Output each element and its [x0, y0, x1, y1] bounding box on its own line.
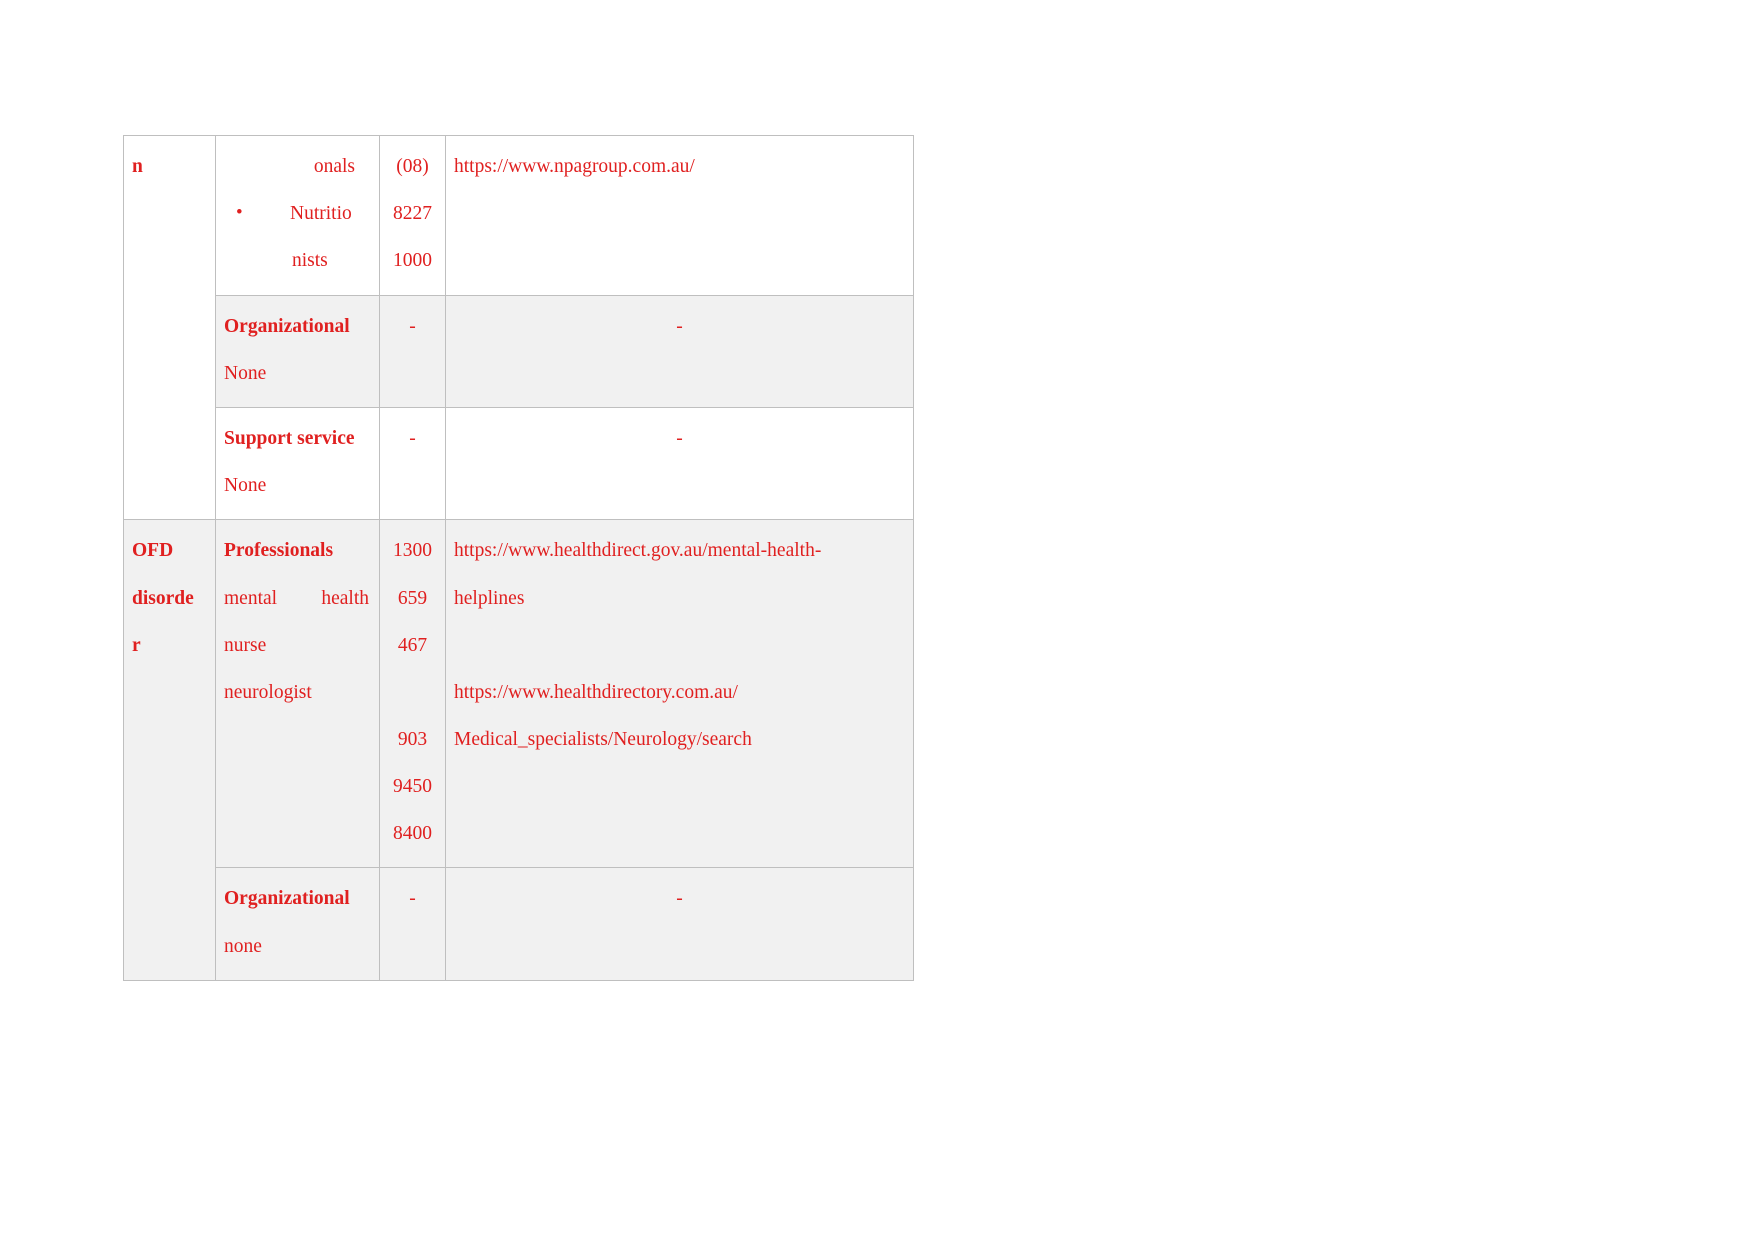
- type-value: nurse: [224, 634, 267, 656]
- url-cell: -: [445, 406, 914, 521]
- url-link[interactable]: https://www.npagroup.com.au/: [454, 143, 905, 190]
- type-fragment-line: onals: [313, 156, 355, 177]
- phone-line: 659: [397, 587, 428, 609]
- phone-line: 1000: [393, 250, 432, 272]
- resources-table: n onals Nutritio nists (08) 8227 1000 ht…: [123, 134, 914, 981]
- type-cell: Support service None: [215, 406, 380, 521]
- condition-text: OFD: [132, 540, 174, 562]
- url-cell[interactable]: https://www.npagroup.com.au/: [445, 135, 914, 296]
- phone-line: 903: [397, 728, 428, 750]
- url-spacer: [454, 622, 905, 669]
- type-heading: Support service: [224, 427, 355, 449]
- url-cell[interactable]: https://www.healthdirect.gov.au/mental-h…: [445, 519, 914, 869]
- phone-placeholder: -: [409, 427, 416, 449]
- url-placeholder: -: [676, 315, 683, 337]
- type-cell: Organizational None: [215, 294, 380, 408]
- phone-cell: (08) 8227 1000: [379, 135, 446, 296]
- phone-cell: -: [379, 294, 446, 408]
- type-value: mental health: [224, 575, 371, 622]
- type-bullet-text: Nutritio: [290, 203, 352, 225]
- condition-cell: OFD disorde r: [123, 519, 216, 981]
- table-row: Organizational none - -: [124, 867, 914, 981]
- type-value: neurologist: [224, 681, 312, 703]
- phone-cell: -: [379, 867, 446, 981]
- condition-cell: n: [123, 134, 216, 521]
- condition-text: disorde: [132, 587, 194, 609]
- url-link[interactable]: Medical_specialists/Neurology/search: [454, 716, 905, 763]
- document-page: n onals Nutritio nists (08) 8227 1000 ht…: [0, 0, 1754, 1241]
- type-bullet-line: Nutritio: [224, 190, 371, 237]
- url-placeholder: -: [676, 888, 683, 910]
- url-cell: -: [445, 867, 914, 981]
- phone-placeholder: -: [409, 888, 416, 910]
- phone-placeholder: -: [409, 315, 416, 337]
- type-word: health: [321, 587, 369, 609]
- url-placeholder: -: [676, 427, 683, 449]
- table-row: n onals Nutritio nists (08) 8227 1000 ht…: [123, 134, 914, 521]
- phone-spacer: [388, 669, 437, 716]
- url-link[interactable]: https://www.healthdirectory.com.au/: [454, 669, 905, 716]
- table-row: Organizational None - -: [124, 294, 914, 408]
- table-row: Support service None - -: [124, 406, 914, 521]
- condition-text: r: [132, 634, 141, 656]
- table-row: OFD disorde r Professionals mental healt…: [123, 519, 914, 981]
- type-cell: Professionals mental health nurse neurol…: [215, 519, 380, 869]
- type-continuation-line: nists: [292, 250, 328, 272]
- url-cell: -: [445, 294, 914, 408]
- type-heading: Organizational: [224, 888, 350, 910]
- type-value: None: [224, 362, 267, 384]
- phone-line: 467: [397, 634, 428, 656]
- phone-line: 8227: [393, 203, 432, 225]
- phone-line: 1300: [393, 540, 432, 562]
- type-value: none: [224, 935, 262, 957]
- phone-line: 9450: [393, 776, 432, 798]
- phone-line: 8400: [393, 823, 432, 845]
- url-link[interactable]: https://www.healthdirect.gov.au/mental-h…: [454, 527, 905, 574]
- type-cell: Organizational none: [215, 867, 380, 981]
- condition-text: n: [132, 156, 143, 177]
- phone-cell: -: [379, 406, 446, 521]
- url-link[interactable]: helplines: [454, 575, 905, 622]
- type-word: mental: [224, 587, 278, 609]
- type-heading: Professionals: [224, 540, 334, 562]
- type-cell: onals Nutritio nists: [215, 135, 380, 296]
- type-value: None: [224, 475, 267, 497]
- type-heading: Organizational: [224, 315, 350, 337]
- phone-cell: 1300 659 467 903 9450 8400: [379, 519, 446, 869]
- phone-line: (08): [396, 156, 429, 177]
